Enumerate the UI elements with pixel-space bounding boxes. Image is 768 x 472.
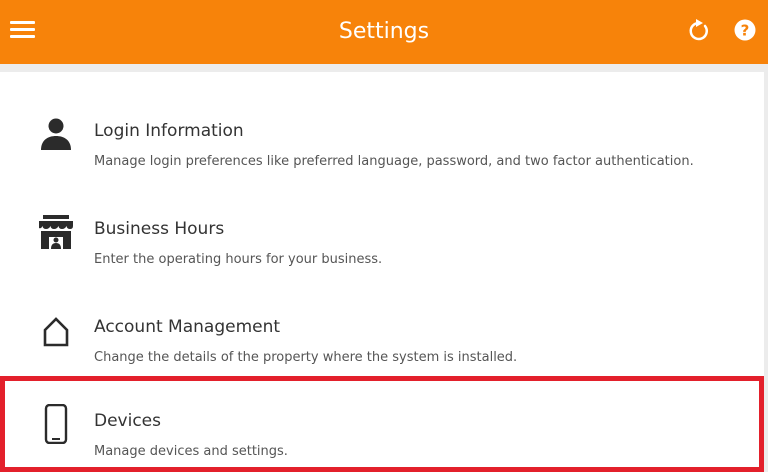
user-icon (41, 118, 71, 150)
help-icon[interactable]: ? (734, 19, 756, 41)
settings-item-devices[interactable]: Devices Manage devices and settings. (0, 376, 764, 472)
home-icon (43, 317, 69, 347)
settings-item-label: Devices (94, 411, 161, 431)
settings-item-label: Login Information (94, 121, 244, 141)
settings-item-account-management[interactable]: Account Management Change the details of… (0, 282, 764, 378)
settings-item-business-hours[interactable]: Business Hours Enter the operating hours… (0, 184, 764, 280)
settings-list: Login Information Manage login preferenc… (0, 72, 764, 472)
svg-text:?: ? (741, 22, 750, 40)
refresh-icon[interactable] (686, 18, 712, 44)
storefront-icon (39, 215, 73, 249)
settings-item-description: Change the details of the property where… (94, 350, 518, 365)
settings-item-description: Manage login preferences like preferred … (94, 154, 694, 169)
settings-item-label: Account Management (94, 317, 281, 337)
app-header: Settings ? (0, 0, 768, 64)
settings-item-login-information[interactable]: Login Information Manage login preferenc… (0, 86, 764, 182)
smartphone-icon (44, 404, 68, 444)
settings-item-description: Manage devices and settings. (94, 444, 288, 459)
page-title: Settings (338, 19, 430, 44)
settings-item-description: Enter the operating hours for your busin… (94, 252, 383, 267)
settings-item-label: Business Hours (94, 219, 225, 239)
